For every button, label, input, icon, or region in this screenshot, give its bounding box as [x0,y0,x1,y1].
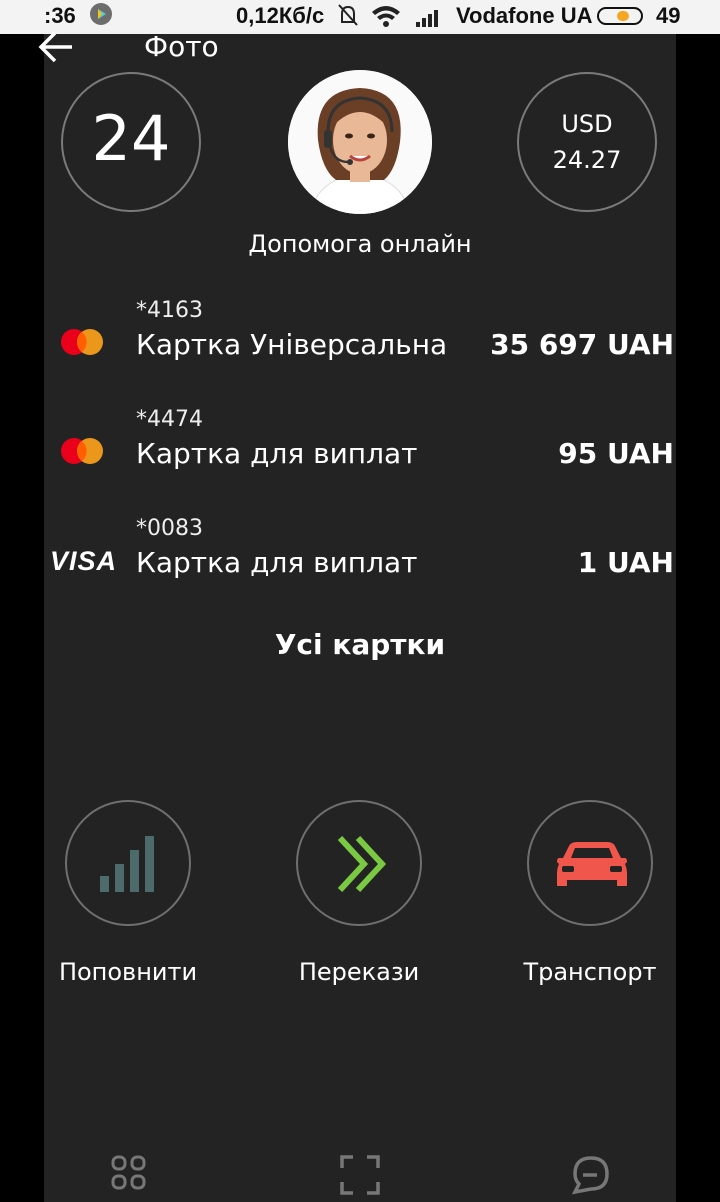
battery-fill [617,11,629,21]
mastercard-icon [58,326,108,362]
support-avatar[interactable] [288,70,432,214]
currency-code: USD [561,110,613,138]
transfers-button[interactable] [296,800,422,926]
card-number: *0083 [136,516,203,541]
status-icons [336,2,446,36]
signal-bars-icon [100,836,154,892]
transport-button[interactable] [527,800,653,926]
top-up-label[interactable]: Поповнити [18,958,238,986]
cell-signal-icon [416,10,438,27]
card-row[interactable]: VISA *0083 Картка для виплат 1 UAH [44,516,676,616]
exchange-rate-value: 24.27 [552,146,622,174]
day-counter-circle[interactable]: 24 [61,72,201,212]
wifi-icon [372,6,400,27]
left-edge [0,34,44,1202]
card-name: Картка для виплат [136,546,418,579]
day-number: 24 [91,102,171,175]
card-name: Картка Універсальна [136,328,448,361]
card-name: Картка для виплат [136,437,418,470]
card-balance: 95 UAH [558,437,674,470]
play-store-icon [90,3,112,25]
double-chevron-right-icon [337,835,387,893]
battery-icon [597,7,643,25]
chat-icon[interactable] [570,1154,612,1200]
battery-percent: 49 [656,3,681,28]
card-row[interactable]: *4163 Картка Універсальна 35 697 UAH [44,298,676,398]
right-edge [676,34,720,1202]
page-title: Фото [144,30,219,63]
transport-label[interactable]: Транспорт [480,958,700,986]
back-arrow-icon[interactable] [38,30,76,68]
help-online-label[interactable]: Допомога онлайн [0,230,720,258]
card-number: *4474 [136,407,203,432]
carrier-name: Vodafone UA [456,3,593,28]
support-agent-image [288,70,432,214]
card-balance: 1 UAH [577,546,674,579]
status-bar: :36 0,12Кб/с Vodafone UA 49 [0,0,720,34]
mute-bell-icon [338,4,358,26]
car-icon [557,842,627,886]
card-row[interactable]: *4474 Картка для виплат 95 UAH [44,407,676,507]
status-time: :36 [44,3,76,28]
transfers-label[interactable]: Перекази [249,958,469,986]
top-up-button[interactable] [65,800,191,926]
network-speed: 0,12Кб/с [236,3,325,28]
all-cards-link[interactable]: Усі картки [0,628,720,661]
exchange-rate-circle[interactable]: USD 24.27 [517,72,657,212]
card-balance: 35 697 UAH [490,328,674,361]
visa-logo: VISA [50,546,118,576]
mastercard-icon [58,435,108,471]
scan-icon[interactable] [339,1154,381,1200]
grid-icon[interactable] [110,1154,148,1196]
card-number: *4163 [136,298,203,323]
